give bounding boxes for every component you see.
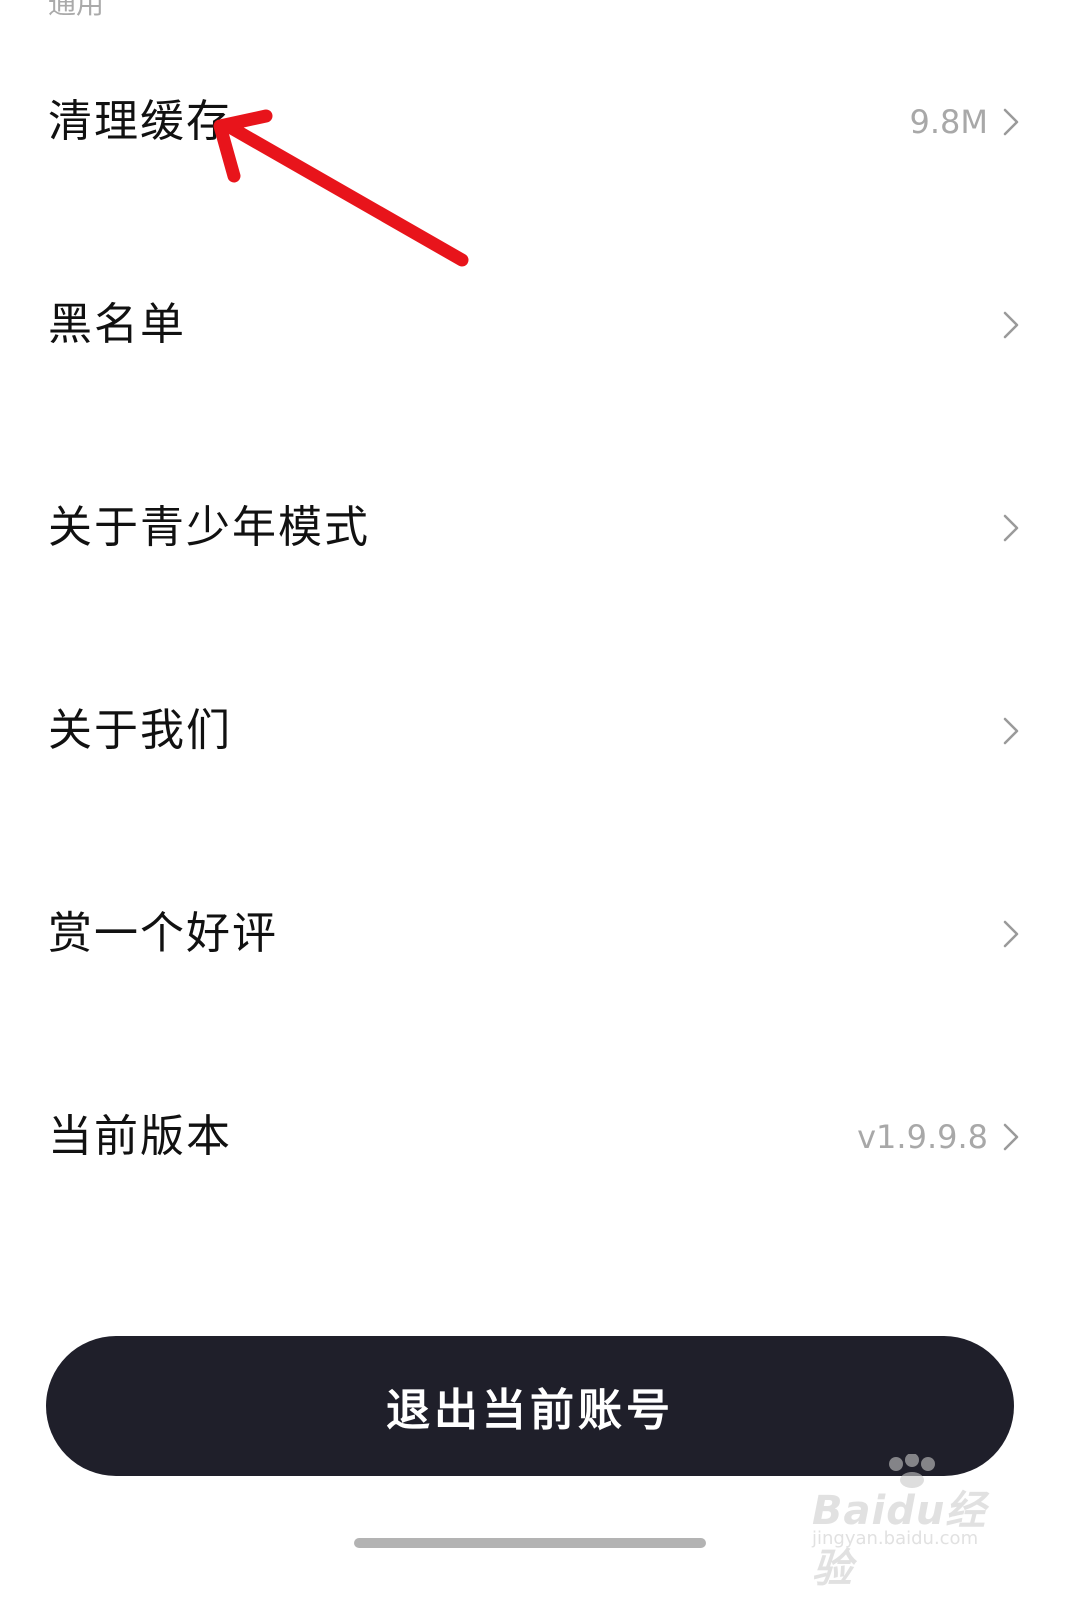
row-label: 关于青少年模式 <box>48 502 370 553</box>
chevron-right-icon <box>1002 513 1020 543</box>
row-rate-app[interactable]: 赏一个好评 <box>0 874 1080 994</box>
chevron-right-icon <box>1002 1122 1020 1152</box>
row-right: v1.9.9.8 <box>857 1117 1020 1157</box>
version-value: v1.9.9.8 <box>857 1118 988 1156</box>
watermark-brand: Baidu经验 <box>812 1488 987 1592</box>
chevron-right-icon <box>1002 716 1020 746</box>
home-indicator[interactable] <box>354 1538 706 1548</box>
row-label: 黑名单 <box>48 299 186 350</box>
settings-page: 通用 清理缓存 9.8M 黑名单 关于青少年模式 关于我们 赏一个好评 当前版本… <box>0 0 1080 1600</box>
row-label: 当前版本 <box>48 1111 232 1162</box>
section-header-general: 通用 <box>48 0 105 20</box>
row-label: 关于我们 <box>48 705 232 756</box>
row-current-version[interactable]: 当前版本 v1.9.9.8 <box>0 1077 1080 1197</box>
row-right: 9.8M <box>910 102 1021 142</box>
row-right <box>1002 310 1020 340</box>
row-clear-cache[interactable]: 清理缓存 9.8M <box>0 62 1080 182</box>
row-youth-mode[interactable]: 关于青少年模式 <box>0 468 1080 588</box>
logout-label: 退出当前账号 <box>386 1385 674 1436</box>
chevron-right-icon <box>1002 107 1020 137</box>
row-label: 赏一个好评 <box>48 908 278 959</box>
row-right <box>1002 513 1020 543</box>
row-label: 清理缓存 <box>48 96 232 147</box>
row-right <box>1002 716 1020 746</box>
chevron-right-icon <box>1002 919 1020 949</box>
chevron-right-icon <box>1002 310 1020 340</box>
logout-button[interactable]: 退出当前账号 <box>46 1336 1014 1476</box>
row-blacklist[interactable]: 黑名单 <box>0 265 1080 385</box>
watermark-url: jingyan.baidu.com <box>812 1528 979 1549</box>
row-right <box>1002 919 1020 949</box>
row-about-us[interactable]: 关于我们 <box>0 671 1080 791</box>
cache-size-value: 9.8M <box>909 103 989 141</box>
